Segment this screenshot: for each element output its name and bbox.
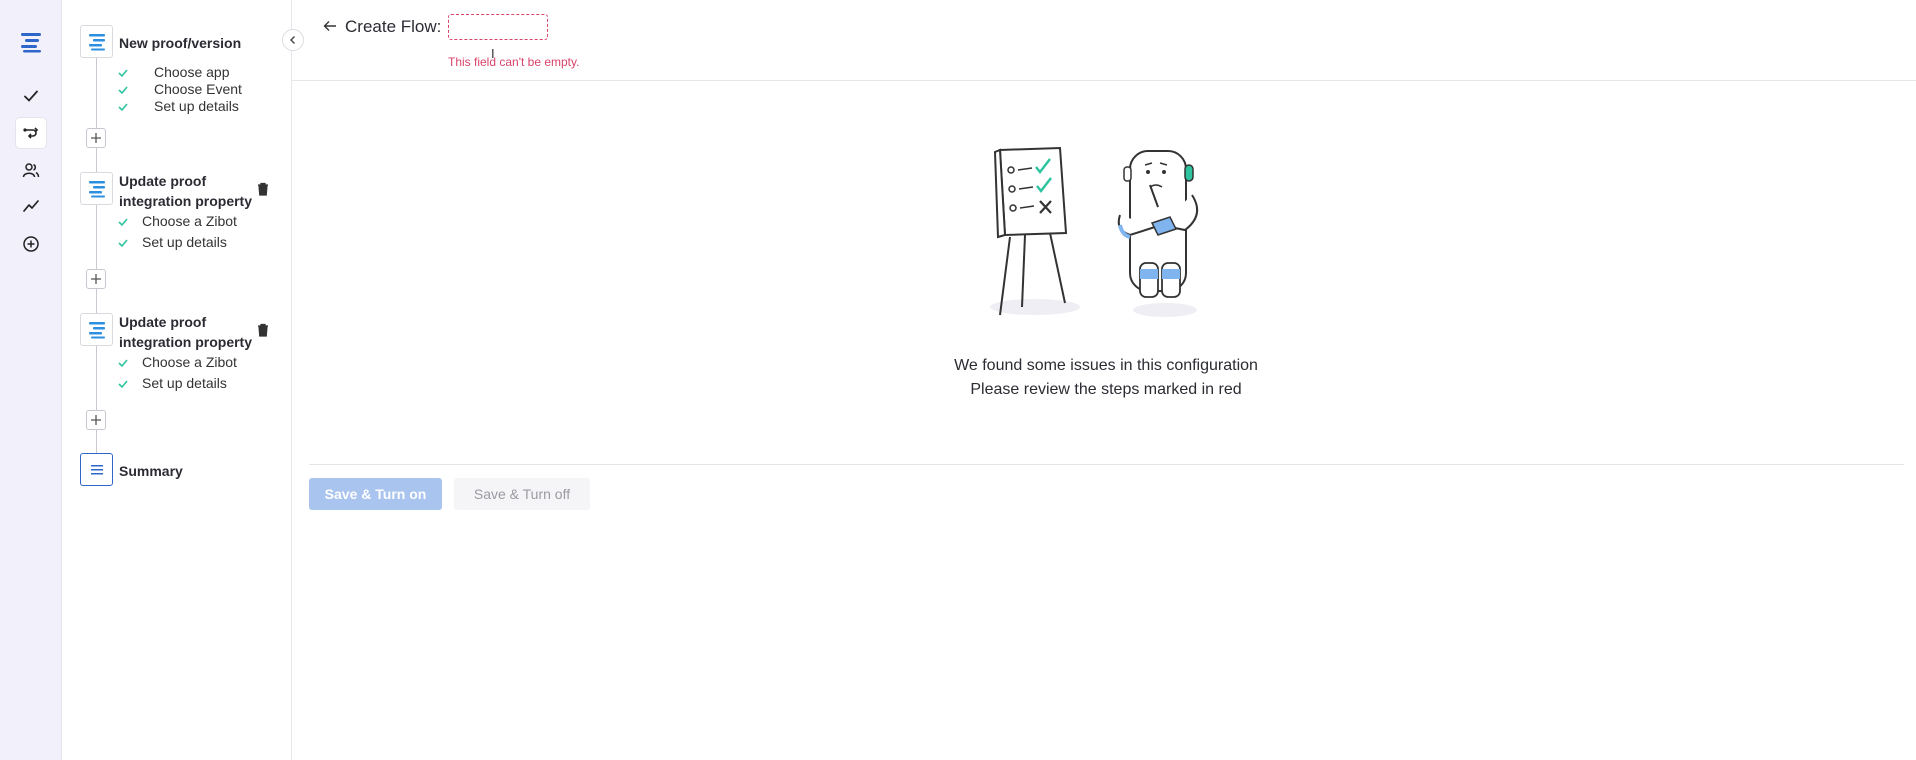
step-1-sub-setup-details[interactable]: Set up details — [118, 98, 239, 115]
left-nav-rail — [0, 0, 62, 760]
add-step-button[interactable] — [86, 128, 106, 148]
step-2-app-icon[interactable] — [80, 172, 113, 205]
chevron-left-icon — [290, 36, 295, 44]
check-icon — [118, 237, 130, 249]
plus-icon — [91, 133, 101, 143]
plus-icon — [91, 274, 101, 284]
flow-icon[interactable] — [16, 118, 46, 148]
text-cursor-icon: I — [491, 46, 495, 61]
sub-label: Choose a Zibot — [142, 213, 237, 229]
step-2-sub-choose-zibot[interactable]: Choose a Zibot — [118, 213, 237, 230]
summary-title[interactable]: Summary — [119, 461, 183, 481]
content-divider — [309, 464, 1904, 465]
check-icon — [118, 67, 130, 79]
save-turn-off-button[interactable]: Save & Turn off — [454, 478, 590, 510]
flow-name-error: This field can't be empty. — [448, 55, 580, 69]
steps-connector-line — [96, 58, 97, 456]
sub-label: Choose Event — [154, 81, 242, 97]
step-2-title-line2[interactable]: integration property — [119, 191, 252, 211]
check-icon — [118, 357, 130, 369]
collapse-panel-button[interactable] — [282, 29, 304, 51]
flow-name-input[interactable] — [448, 14, 548, 40]
robot-review-illustration — [980, 145, 1210, 325]
sub-label: Set up details — [154, 98, 239, 114]
sub-label: Set up details — [142, 375, 227, 391]
step-1-app-icon[interactable] — [80, 25, 113, 58]
step-3-app-icon[interactable] — [80, 313, 113, 346]
add-step-button[interactable] — [86, 269, 106, 289]
check-icon — [118, 216, 130, 228]
step-1-sub-choose-event[interactable]: Choose Event — [118, 81, 242, 98]
summary-icon[interactable] — [80, 453, 113, 486]
issues-message-line1: We found some issues in this configurati… — [954, 357, 1258, 374]
plus-icon — [91, 415, 101, 425]
step-3-title-line2[interactable]: integration property — [119, 332, 252, 352]
check-icon — [118, 84, 130, 96]
step-2-title-line1[interactable]: Update proof — [119, 171, 206, 191]
step-3-sub-choose-zibot[interactable]: Choose a Zibot — [118, 354, 237, 371]
step-3-title-line1[interactable]: Update proof — [119, 312, 206, 332]
sub-label: Choose a Zibot — [142, 354, 237, 370]
header-divider — [292, 80, 1916, 81]
sub-label: Set up details — [142, 234, 227, 250]
step-2-sub-setup-details[interactable]: Set up details — [118, 234, 227, 251]
users-icon[interactable] — [19, 158, 43, 182]
sub-label: Choose app — [154, 64, 230, 80]
page-title: Create Flow: — [345, 17, 442, 36]
add-step-button[interactable] — [86, 410, 106, 430]
check-icon[interactable] — [19, 84, 43, 108]
trash-icon[interactable] — [256, 181, 270, 197]
check-icon — [118, 101, 130, 113]
step-3-sub-setup-details[interactable]: Set up details — [118, 375, 227, 392]
check-icon — [118, 378, 130, 390]
plus-circle-icon[interactable] — [19, 232, 43, 256]
back-arrow-icon[interactable] — [322, 18, 338, 34]
save-turn-on-button[interactable]: Save & Turn on — [309, 478, 442, 510]
trash-icon[interactable] — [256, 322, 270, 338]
issues-message-line2: Please review the steps marked in red — [970, 381, 1242, 398]
chart-icon[interactable] — [19, 194, 43, 218]
step-1-title[interactable]: New proof/version — [119, 33, 241, 53]
logo-icon[interactable] — [19, 30, 43, 54]
step-1-sub-choose-app[interactable]: Choose app — [118, 64, 230, 81]
